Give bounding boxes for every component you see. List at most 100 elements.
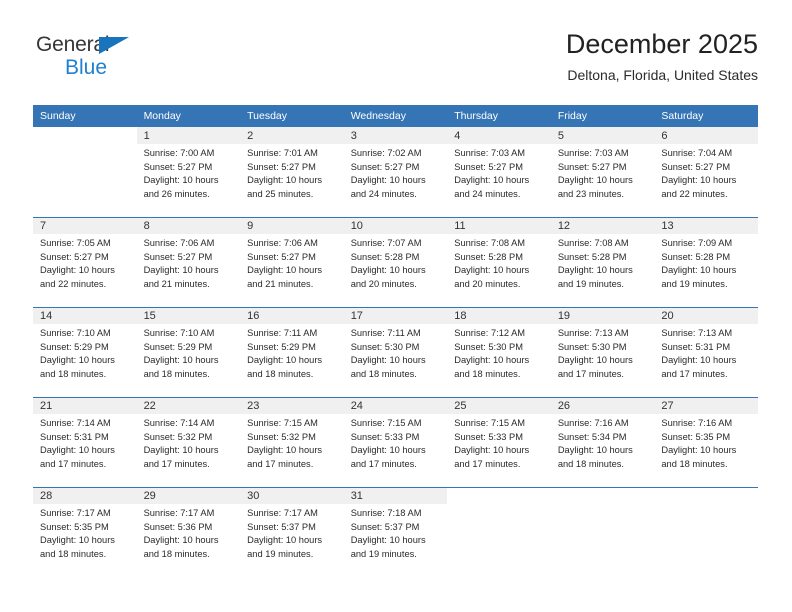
day-number-cell[interactable]: 9 bbox=[240, 217, 344, 234]
day-number-cell[interactable]: 30 bbox=[240, 487, 344, 504]
day-number-cell[interactable]: 27 bbox=[654, 397, 758, 414]
daylight-text-line2: and 26 minutes. bbox=[143, 188, 210, 199]
day-detail-cell: Sunrise: 7:08 AM Sunset: 5:28 PM Daylight:… bbox=[550, 234, 655, 308]
day-number-cell[interactable]: 14 bbox=[33, 307, 137, 324]
daylight-text-line2: and 22 minutes. bbox=[40, 278, 107, 289]
calendar-daynumber-row: 123456 bbox=[33, 127, 758, 144]
day-detail-cell: Sunrise: 7:03 AM Sunset: 5:27 PM Daylight:… bbox=[550, 144, 655, 218]
sunset-text: Sunset: 5:27 PM bbox=[661, 161, 731, 172]
sunset-text: Sunset: 5:34 PM bbox=[557, 431, 627, 442]
daylight-text-line1: Daylight: 10 hours bbox=[557, 265, 633, 276]
day-number-cell[interactable]: 10 bbox=[343, 217, 448, 234]
daylight-text-line2: and 17 minutes. bbox=[143, 458, 210, 469]
calendar-header: Sunday Monday Tuesday Wednesday Thursday… bbox=[33, 105, 758, 127]
day-number-cell[interactable]: 6 bbox=[654, 127, 758, 144]
day-detail-cell: Sunrise: 7:15 AM Sunset: 5:32 PM Daylight:… bbox=[240, 414, 344, 488]
day-number-cell[interactable]: 12 bbox=[550, 217, 655, 234]
day-number-cell[interactable]: 18 bbox=[447, 307, 551, 324]
sunrise-text: Sunrise: 7:15 AM bbox=[454, 418, 526, 428]
sunrise-text: Sunrise: 7:13 AM bbox=[661, 328, 733, 338]
day-number-cell[interactable]: 19 bbox=[550, 307, 655, 324]
daylight-text-line2: and 20 minutes. bbox=[350, 278, 417, 289]
calendar-detail-row: Sunrise: 7:10 AM Sunset: 5:29 PM Daylight:… bbox=[33, 324, 758, 398]
daylight-text-line1: Daylight: 10 hours bbox=[661, 175, 737, 186]
empty-day-detail-cell bbox=[447, 504, 551, 577]
sunset-text: Sunset: 5:36 PM bbox=[143, 521, 213, 532]
day-number-cell[interactable]: 15 bbox=[136, 307, 241, 324]
day-detail-cell: Sunrise: 7:14 AM Sunset: 5:32 PM Daylight:… bbox=[136, 414, 241, 488]
sunset-text: Sunset: 5:28 PM bbox=[350, 251, 420, 262]
sunrise-text: Sunrise: 7:16 AM bbox=[557, 418, 629, 428]
day-number-cell[interactable]: 13 bbox=[654, 217, 758, 234]
empty-day-detail-cell bbox=[33, 144, 137, 218]
day-number-cell[interactable]: 17 bbox=[343, 307, 448, 324]
day-number-cell[interactable]: 22 bbox=[136, 397, 241, 414]
calendar-detail-row: Sunrise: 7:00 AM Sunset: 5:27 PM Daylight:… bbox=[33, 144, 758, 218]
day-number-cell[interactable]: 31 bbox=[343, 487, 448, 504]
daylight-text-line2: and 22 minutes. bbox=[661, 188, 728, 199]
sunrise-text: Sunrise: 7:16 AM bbox=[661, 418, 733, 428]
day-detail-cell: Sunrise: 7:17 AM Sunset: 5:36 PM Daylight:… bbox=[136, 504, 241, 577]
sunset-text: Sunset: 5:27 PM bbox=[557, 161, 627, 172]
day-number-cell[interactable]: 16 bbox=[240, 307, 344, 324]
calendar-body: 1 2 3 4 5 6 Sunrise: 7:00 AM Sunset: 5:27 PM Day… bbox=[33, 127, 758, 577]
daylight-text-line2: and 18 minutes. bbox=[40, 368, 107, 379]
day-number-cell[interactable]: 5 bbox=[550, 127, 655, 144]
day-number-cell[interactable]: 28 bbox=[33, 487, 137, 504]
daylight-text-line2: and 17 minutes. bbox=[454, 458, 521, 469]
day-number-cell[interactable]: 11 bbox=[447, 217, 551, 234]
sunrise-text: Sunrise: 7:17 AM bbox=[143, 508, 215, 518]
day-detail-cell: Sunrise: 7:14 AM Sunset: 5:31 PM Daylight:… bbox=[33, 414, 137, 488]
day-number-cell[interactable]: 29 bbox=[136, 487, 241, 504]
weekday-header-monday: Monday bbox=[136, 105, 241, 127]
sunset-text: Sunset: 5:29 PM bbox=[40, 341, 109, 352]
sunrise-text: Sunrise: 7:17 AM bbox=[40, 508, 111, 518]
sunset-text: Sunset: 5:35 PM bbox=[661, 431, 731, 442]
day-detail-cell: Sunrise: 7:16 AM Sunset: 5:34 PM Daylight:… bbox=[550, 414, 655, 488]
sunset-text: Sunset: 5:33 PM bbox=[350, 431, 420, 442]
empty-day-detail-cell bbox=[654, 504, 758, 577]
calendar-detail-row: Sunrise: 7:17 AM Sunset: 5:35 PM Daylight:… bbox=[33, 504, 758, 577]
day-number-cell[interactable]: 1 bbox=[136, 127, 241, 144]
day-number-cell[interactable]: 7 bbox=[33, 217, 137, 234]
day-number-cell[interactable]: 4 bbox=[447, 127, 551, 144]
day-number-cell[interactable]: 8 bbox=[136, 217, 241, 234]
page-header: General Blue December 2025 Deltona, Flor… bbox=[0, 0, 792, 83]
day-detail-cell: Sunrise: 7:11 AM Sunset: 5:29 PM Daylight:… bbox=[240, 324, 344, 398]
sunrise-text: Sunrise: 7:11 AM bbox=[350, 328, 421, 338]
sunrise-text: Sunrise: 7:12 AM bbox=[454, 328, 526, 338]
daylight-text-line1: Daylight: 10 hours bbox=[557, 175, 633, 186]
logo-triangle-icon bbox=[99, 37, 129, 54]
sunrise-text: Sunrise: 7:14 AM bbox=[40, 418, 111, 428]
day-number-cell[interactable]: 21 bbox=[33, 397, 137, 414]
sunrise-text: Sunrise: 7:15 AM bbox=[247, 418, 318, 428]
daylight-text-line2: and 18 minutes. bbox=[143, 368, 210, 379]
day-number-cell[interactable]: 26 bbox=[550, 397, 655, 414]
day-number-cell[interactable]: 2 bbox=[240, 127, 344, 144]
day-number-cell[interactable]: 25 bbox=[447, 397, 551, 414]
day-number-cell[interactable]: 24 bbox=[343, 397, 448, 414]
sunrise-text: Sunrise: 7:08 AM bbox=[454, 238, 526, 248]
general-blue-logo[interactable]: General Blue bbox=[36, 34, 196, 86]
daylight-text-line2: and 19 minutes. bbox=[661, 278, 728, 289]
daylight-text-line1: Daylight: 10 hours bbox=[40, 535, 115, 546]
day-number-cell[interactable]: 23 bbox=[240, 397, 344, 414]
daylight-text-line2: and 18 minutes. bbox=[350, 368, 417, 379]
empty-day-detail-cell bbox=[550, 504, 655, 577]
day-number-cell[interactable]: 20 bbox=[654, 307, 758, 324]
daylight-text-line2: and 20 minutes. bbox=[454, 278, 521, 289]
sunset-text: Sunset: 5:28 PM bbox=[661, 251, 731, 262]
sunrise-text: Sunrise: 7:18 AM bbox=[350, 508, 422, 518]
daylight-text-line2: and 18 minutes. bbox=[247, 368, 314, 379]
daylight-text-line2: and 23 minutes. bbox=[557, 188, 624, 199]
day-detail-cell: Sunrise: 7:13 AM Sunset: 5:31 PM Daylight:… bbox=[654, 324, 758, 398]
sunset-text: Sunset: 5:29 PM bbox=[247, 341, 316, 352]
daylight-text-line1: Daylight: 10 hours bbox=[143, 265, 219, 276]
sunset-text: Sunset: 5:27 PM bbox=[454, 161, 523, 172]
sunset-text: Sunset: 5:27 PM bbox=[247, 251, 316, 262]
daylight-text-line1: Daylight: 10 hours bbox=[350, 265, 426, 276]
sunset-text: Sunset: 5:27 PM bbox=[143, 161, 213, 172]
day-number-cell[interactable]: 3 bbox=[343, 127, 448, 144]
day-detail-cell: Sunrise: 7:01 AM Sunset: 5:27 PM Daylight:… bbox=[240, 144, 344, 218]
sunrise-text: Sunrise: 7:15 AM bbox=[350, 418, 422, 428]
